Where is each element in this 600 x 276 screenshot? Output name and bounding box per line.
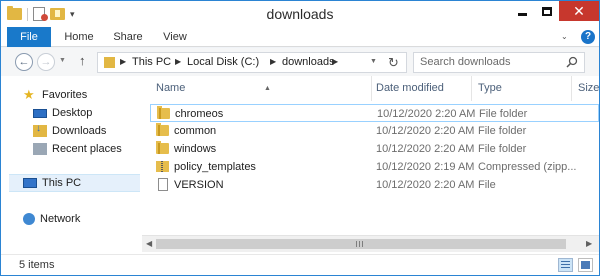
expand-ribbon-icon[interactable]: ⌄ — [561, 32, 568, 41]
sidebar-item-label: Desktop — [52, 107, 93, 119]
recent-places-icon — [33, 143, 47, 155]
title-bar: ▾ downloads ✕ — [1, 1, 599, 27]
back-arrow-icon: ← — [18, 56, 30, 68]
folder-icon — [104, 57, 115, 68]
folder-icon — [156, 123, 169, 136]
downloads-icon — [33, 123, 47, 137]
sidebar-item-label: Network — [40, 213, 81, 225]
help-icon[interactable]: ? — [581, 30, 595, 44]
sidebar-item-network[interactable]: Network — [23, 210, 142, 228]
tab-view[interactable]: View — [156, 27, 194, 47]
column-header-name[interactable]: Name ▲ — [150, 76, 372, 101]
horizontal-scrollbar[interactable]: ◀ ▶ — [142, 235, 599, 252]
column-header-label: Name — [156, 82, 186, 94]
table-row[interactable]: chromeos 10/12/2020 2:20 AM File folder — [150, 104, 599, 122]
navigation-pane: ★ Favorites Desktop Downloads Recent pla… — [1, 76, 142, 254]
sidebar-item-downloads[interactable]: Downloads — [33, 122, 142, 140]
computer-icon — [23, 178, 37, 188]
file-icon — [158, 178, 168, 191]
chevron-right-icon[interactable]: ▶ — [120, 57, 126, 66]
forward-button[interactable]: → — [37, 53, 55, 71]
file-type: File — [478, 179, 496, 191]
file-type: File folder — [478, 143, 527, 155]
status-bar: 5 items — [1, 254, 599, 275]
file-name: policy_templates — [174, 161, 256, 173]
table-row[interactable]: common 10/12/2020 2:20 AM File folder — [150, 122, 599, 140]
sidebar-item-desktop[interactable]: Desktop — [33, 104, 142, 122]
chevron-right-icon[interactable]: ▶ — [175, 57, 181, 66]
minimize-button[interactable] — [509, 1, 536, 21]
scrollbar-thumb[interactable] — [156, 239, 566, 249]
search-icon[interactable] — [566, 56, 578, 68]
sort-ascending-icon: ▲ — [264, 85, 271, 92]
navigation-bar: ← → ▼ ↑ ▶ This PC ▶ Local Disk (C:) ▶ do… — [1, 48, 599, 76]
grip-icon — [356, 241, 365, 247]
star-icon: ★ — [23, 87, 35, 102]
file-date-modified: 10/12/2020 2:20 AM — [376, 143, 475, 155]
column-header-date-modified[interactable]: Date modified — [370, 76, 472, 101]
back-button[interactable]: ← — [15, 53, 33, 71]
column-header-type[interactable]: Type — [472, 76, 572, 101]
sidebar-item-this-pc[interactable]: This PC — [9, 174, 140, 192]
tab-home[interactable]: Home — [59, 27, 99, 47]
recent-locations-chevron-icon[interactable]: ▼ — [59, 57, 66, 64]
address-history-chevron-icon[interactable]: ▼ — [370, 58, 377, 65]
column-header-label: Type — [478, 82, 502, 94]
sidebar-item-label: Recent places — [52, 143, 122, 155]
breadcrumb-downloads[interactable]: downloads — [282, 56, 335, 68]
up-arrow-icon[interactable]: ↑ — [79, 53, 86, 68]
file-name: common — [174, 125, 217, 137]
explorer-window: ▾ downloads ✕ File Home Share View ⌄ ? ←… — [0, 0, 600, 276]
network-icon — [23, 213, 35, 225]
table-row[interactable]: policy_templates 10/12/2020 2:19 AM Comp… — [150, 158, 599, 176]
search-input[interactable] — [420, 56, 560, 68]
file-type: File folder — [479, 108, 528, 120]
sidebar-item-recent-places[interactable]: Recent places — [33, 140, 142, 158]
details-view-icon[interactable] — [558, 258, 573, 272]
zip-folder-icon — [156, 161, 169, 172]
address-bar[interactable]: ▶ This PC ▶ Local Disk (C:) ▶ downloads … — [97, 52, 407, 73]
sidebar-item-favorites[interactable]: ★ Favorites — [23, 86, 142, 104]
large-icons-view-icon[interactable] — [578, 258, 593, 272]
close-icon: ✕ — [573, 2, 585, 19]
sidebar-item-label: Favorites — [42, 89, 88, 101]
column-header-label: Size — [578, 82, 599, 94]
table-row[interactable]: windows 10/12/2020 2:20 AM File folder — [150, 140, 599, 158]
column-header-label: Date modified — [376, 82, 444, 94]
file-date-modified: 10/12/2020 2:20 AM — [376, 179, 475, 191]
file-name: windows — [174, 143, 217, 155]
forward-arrow-icon: → — [40, 56, 52, 68]
maximize-icon — [542, 6, 552, 16]
folder-icon — [157, 106, 170, 119]
chevron-right-icon[interactable]: ▶ — [270, 57, 276, 66]
sidebar-item-label: Downloads — [52, 125, 107, 137]
file-date-modified: 10/12/2020 2:20 AM — [376, 125, 475, 137]
file-name: chromeos — [175, 108, 224, 120]
tab-share[interactable]: Share — [107, 27, 149, 47]
tab-file[interactable]: File — [7, 27, 51, 47]
chevron-right-icon[interactable]: ▶ — [332, 57, 338, 66]
file-type: Compressed (zipp... — [478, 161, 577, 173]
file-date-modified: 10/12/2020 2:20 AM — [377, 108, 476, 120]
refresh-icon[interactable]: ↻ — [388, 55, 399, 71]
file-date-modified: 10/12/2020 2:19 AM — [376, 161, 475, 173]
sidebar-item-label: This PC — [42, 177, 82, 189]
scroll-left-icon[interactable]: ◀ — [146, 239, 152, 248]
table-row[interactable]: VERSION 10/12/2020 2:20 AM File — [150, 176, 599, 194]
file-list: Name ▲ Date modified Type Size chromeos … — [142, 76, 599, 254]
scroll-right-icon[interactable]: ▶ — [586, 239, 592, 248]
column-header-size[interactable]: Size — [572, 76, 599, 101]
breadcrumb-local-disk[interactable]: Local Disk (C:) — [187, 56, 259, 68]
file-name: VERSION — [174, 179, 224, 191]
file-type: File folder — [478, 125, 527, 137]
close-button[interactable]: ✕ — [559, 1, 599, 21]
minimize-icon — [518, 13, 527, 16]
desktop-icon — [33, 108, 47, 118]
folder-icon — [156, 141, 169, 154]
breadcrumb-this-pc[interactable]: This PC — [132, 56, 171, 68]
maximize-button[interactable] — [536, 1, 558, 21]
ribbon-tabs: File Home Share View ⌄ ? — [1, 27, 599, 47]
item-count: 5 items — [19, 259, 55, 271]
search-box[interactable] — [413, 52, 585, 73]
